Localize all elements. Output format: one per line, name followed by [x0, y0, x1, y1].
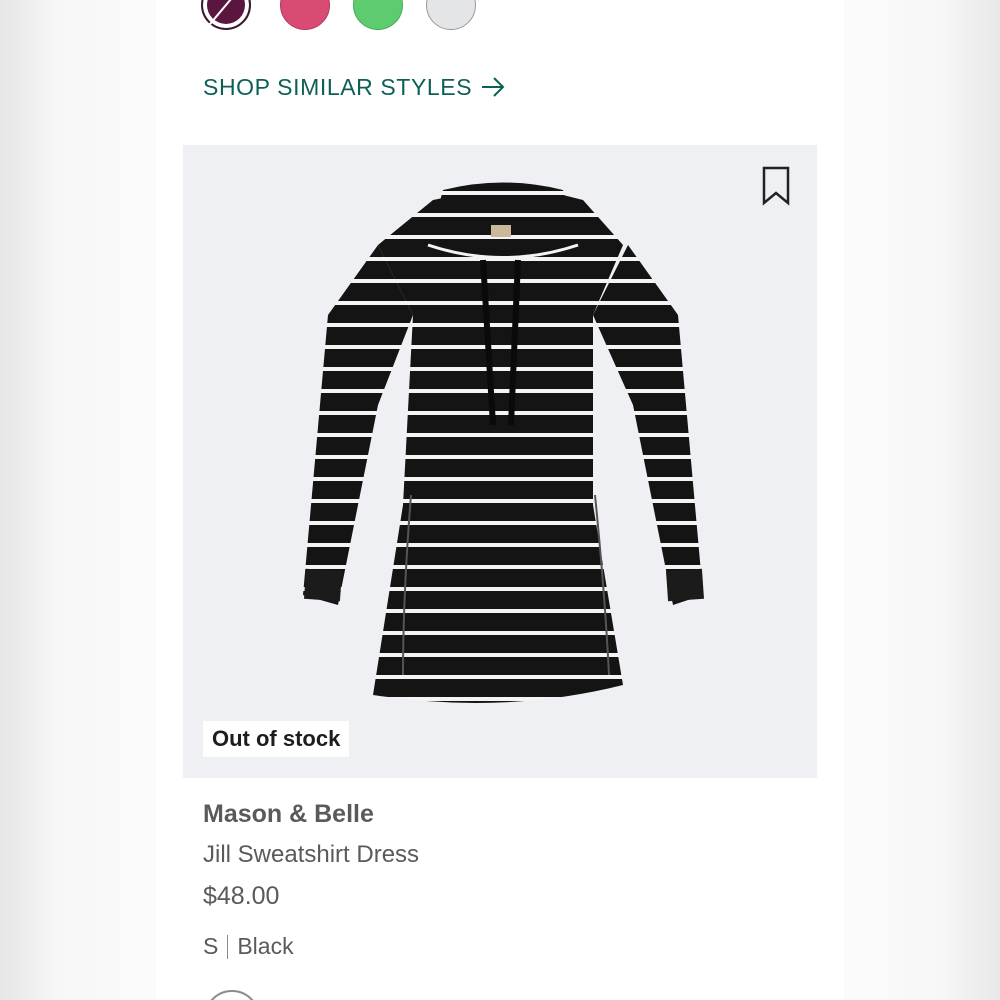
shop-similar-styles-link[interactable]: SHOP SIMILAR STYLES: [203, 70, 506, 104]
product-panel: SHOP SIMILAR STYLES Out of stock Mason &…: [156, 0, 844, 1000]
product-brand: Mason & Belle: [203, 800, 374, 828]
product-price: $48.00: [203, 882, 280, 910]
arrow-right-icon: [482, 77, 505, 97]
product-image: [303, 182, 705, 703]
avatar: [204, 990, 260, 1000]
divider: [227, 934, 229, 959]
product-color: Black: [237, 933, 294, 959]
product-image-card[interactable]: Out of stock: [183, 145, 817, 778]
color-swatch-plum[interactable]: [201, 0, 251, 33]
color-swatch-green[interactable]: [353, 0, 403, 30]
product-size: S: [203, 933, 219, 959]
bookmark-icon[interactable]: [761, 165, 791, 207]
size-color-info: S Black: [203, 933, 294, 960]
shop-similar-styles-label: SHOP SIMILAR STYLES: [203, 73, 473, 100]
color-swatch-raspberry[interactable]: [280, 0, 330, 30]
unavailable-slash: [202, 0, 250, 33]
out-of-stock-badge: Out of stock: [203, 721, 350, 757]
product-name: Jill Sweatshirt Dress: [203, 841, 420, 868]
color-swatch-light-grey[interactable]: [426, 0, 476, 30]
